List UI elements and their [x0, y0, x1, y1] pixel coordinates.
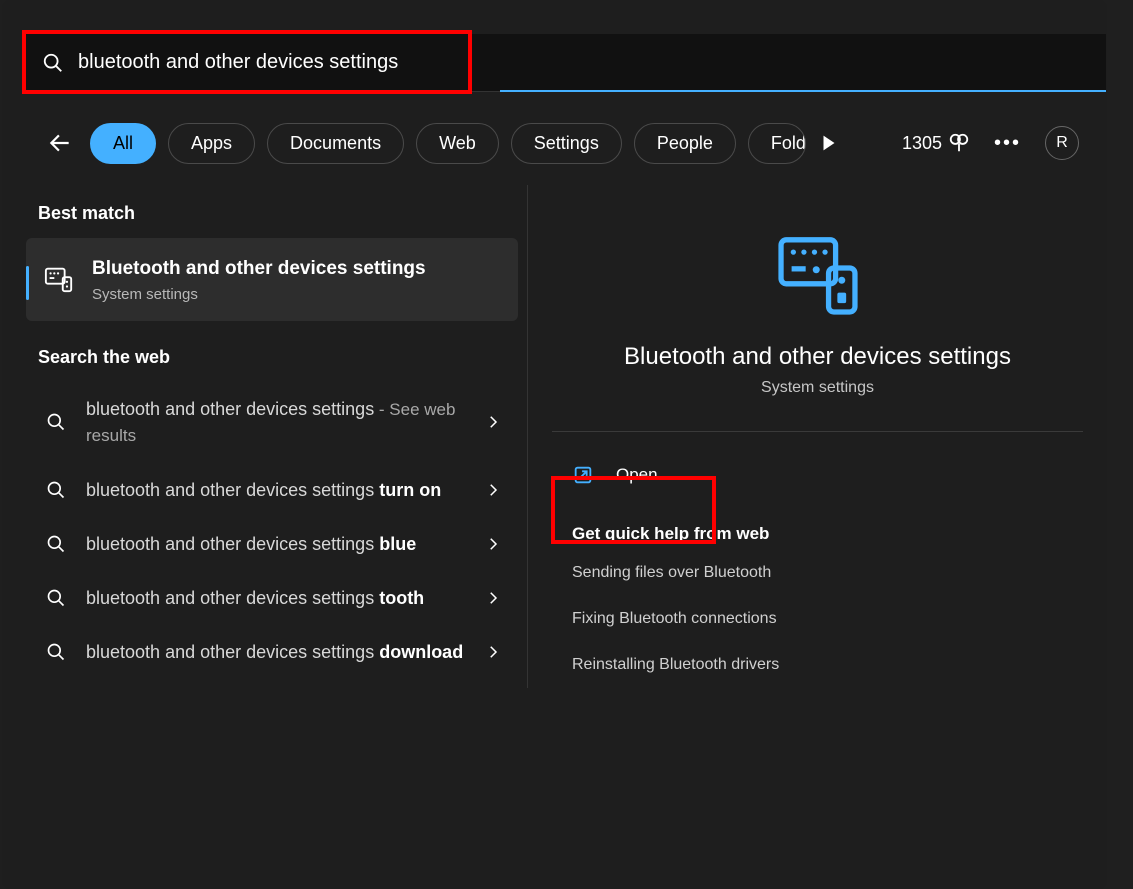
- search-icon: [42, 52, 64, 74]
- filter-folders[interactable]: Fold: [748, 123, 806, 164]
- best-match-item[interactable]: Bluetooth and other devices settings Sys…: [26, 238, 518, 321]
- web-result-item[interactable]: bluetooth and other devices settings dow…: [26, 625, 518, 679]
- web-result-text: bluetooth and other devices settings blu…: [86, 531, 464, 557]
- search-icon: [46, 588, 66, 608]
- search-focus-underline: [500, 90, 1106, 92]
- preview-title: Bluetooth and other devices settings: [552, 343, 1083, 371]
- web-result-item[interactable]: bluetooth and other devices settings blu…: [26, 517, 518, 571]
- web-result-text: bluetooth and other devices settings tur…: [86, 477, 464, 503]
- web-result-item[interactable]: bluetooth and other devices settings tur…: [26, 463, 518, 517]
- filter-people[interactable]: People: [634, 123, 736, 164]
- trophy-icon: [948, 132, 970, 154]
- back-button[interactable]: [42, 125, 78, 161]
- web-result-text: bluetooth and other devices settings dow…: [86, 639, 464, 665]
- chevron-right-icon: [484, 413, 502, 431]
- filter-documents[interactable]: Documents: [267, 123, 404, 164]
- search-icon: [46, 642, 66, 662]
- help-link-reinstall-drivers[interactable]: Reinstalling Bluetooth drivers: [552, 642, 1083, 688]
- web-result-text: bluetooth and other devices settings - S…: [86, 396, 464, 449]
- search-icon: [46, 534, 66, 554]
- web-result-text: bluetooth and other devices settings too…: [86, 585, 464, 611]
- filter-settings[interactable]: Settings: [511, 123, 622, 164]
- web-result-item[interactable]: bluetooth and other devices settings too…: [26, 571, 518, 625]
- preview-subtitle: System settings: [552, 379, 1083, 397]
- chevron-right-icon: [484, 481, 502, 499]
- preview-pane: Bluetooth and other devices settings Sys…: [527, 185, 1107, 688]
- filter-all[interactable]: All: [90, 123, 156, 164]
- best-match-heading: Best match: [38, 203, 506, 224]
- divider: [552, 431, 1083, 432]
- search-bar[interactable]: [26, 34, 1106, 92]
- user-avatar[interactable]: R: [1045, 126, 1079, 160]
- web-result-item[interactable]: bluetooth and other devices settings - S…: [26, 382, 518, 463]
- filter-apps[interactable]: Apps: [168, 123, 255, 164]
- devices-settings-icon: [44, 264, 74, 294]
- filter-row: All Apps Documents Web Settings People F…: [42, 117, 1087, 169]
- results-column: Best match Bluetooth and other devices s…: [26, 195, 518, 679]
- web-results-list: bluetooth and other devices settings - S…: [26, 382, 518, 680]
- chevron-right-icon: [484, 535, 502, 553]
- rewards-points[interactable]: 1305: [902, 132, 970, 154]
- search-input[interactable]: [78, 51, 1106, 74]
- rewards-points-value: 1305: [902, 133, 942, 154]
- preview-devices-icon: [774, 231, 862, 319]
- open-label: Open: [616, 465, 658, 485]
- search-panel: All Apps Documents Web Settings People F…: [2, 0, 1107, 889]
- help-link-send-files[interactable]: Sending files over Bluetooth: [552, 550, 1083, 596]
- open-external-icon: [572, 464, 594, 486]
- help-link-fix-connections[interactable]: Fixing Bluetooth connections: [552, 596, 1083, 642]
- chevron-right-icon: [484, 589, 502, 607]
- search-web-heading: Search the web: [38, 347, 506, 368]
- search-icon: [46, 480, 66, 500]
- best-match-title: Bluetooth and other devices settings: [92, 256, 426, 282]
- filter-web[interactable]: Web: [416, 123, 499, 164]
- chevron-right-icon: [484, 643, 502, 661]
- more-options-button[interactable]: •••: [994, 132, 1021, 155]
- search-icon: [46, 412, 66, 432]
- open-action[interactable]: Open: [552, 446, 1083, 504]
- avatar-initial: R: [1056, 134, 1068, 152]
- scroll-right-icon[interactable]: [818, 132, 840, 154]
- quick-help-heading: Get quick help from web: [572, 524, 1083, 544]
- best-match-subtitle: System settings: [92, 286, 426, 303]
